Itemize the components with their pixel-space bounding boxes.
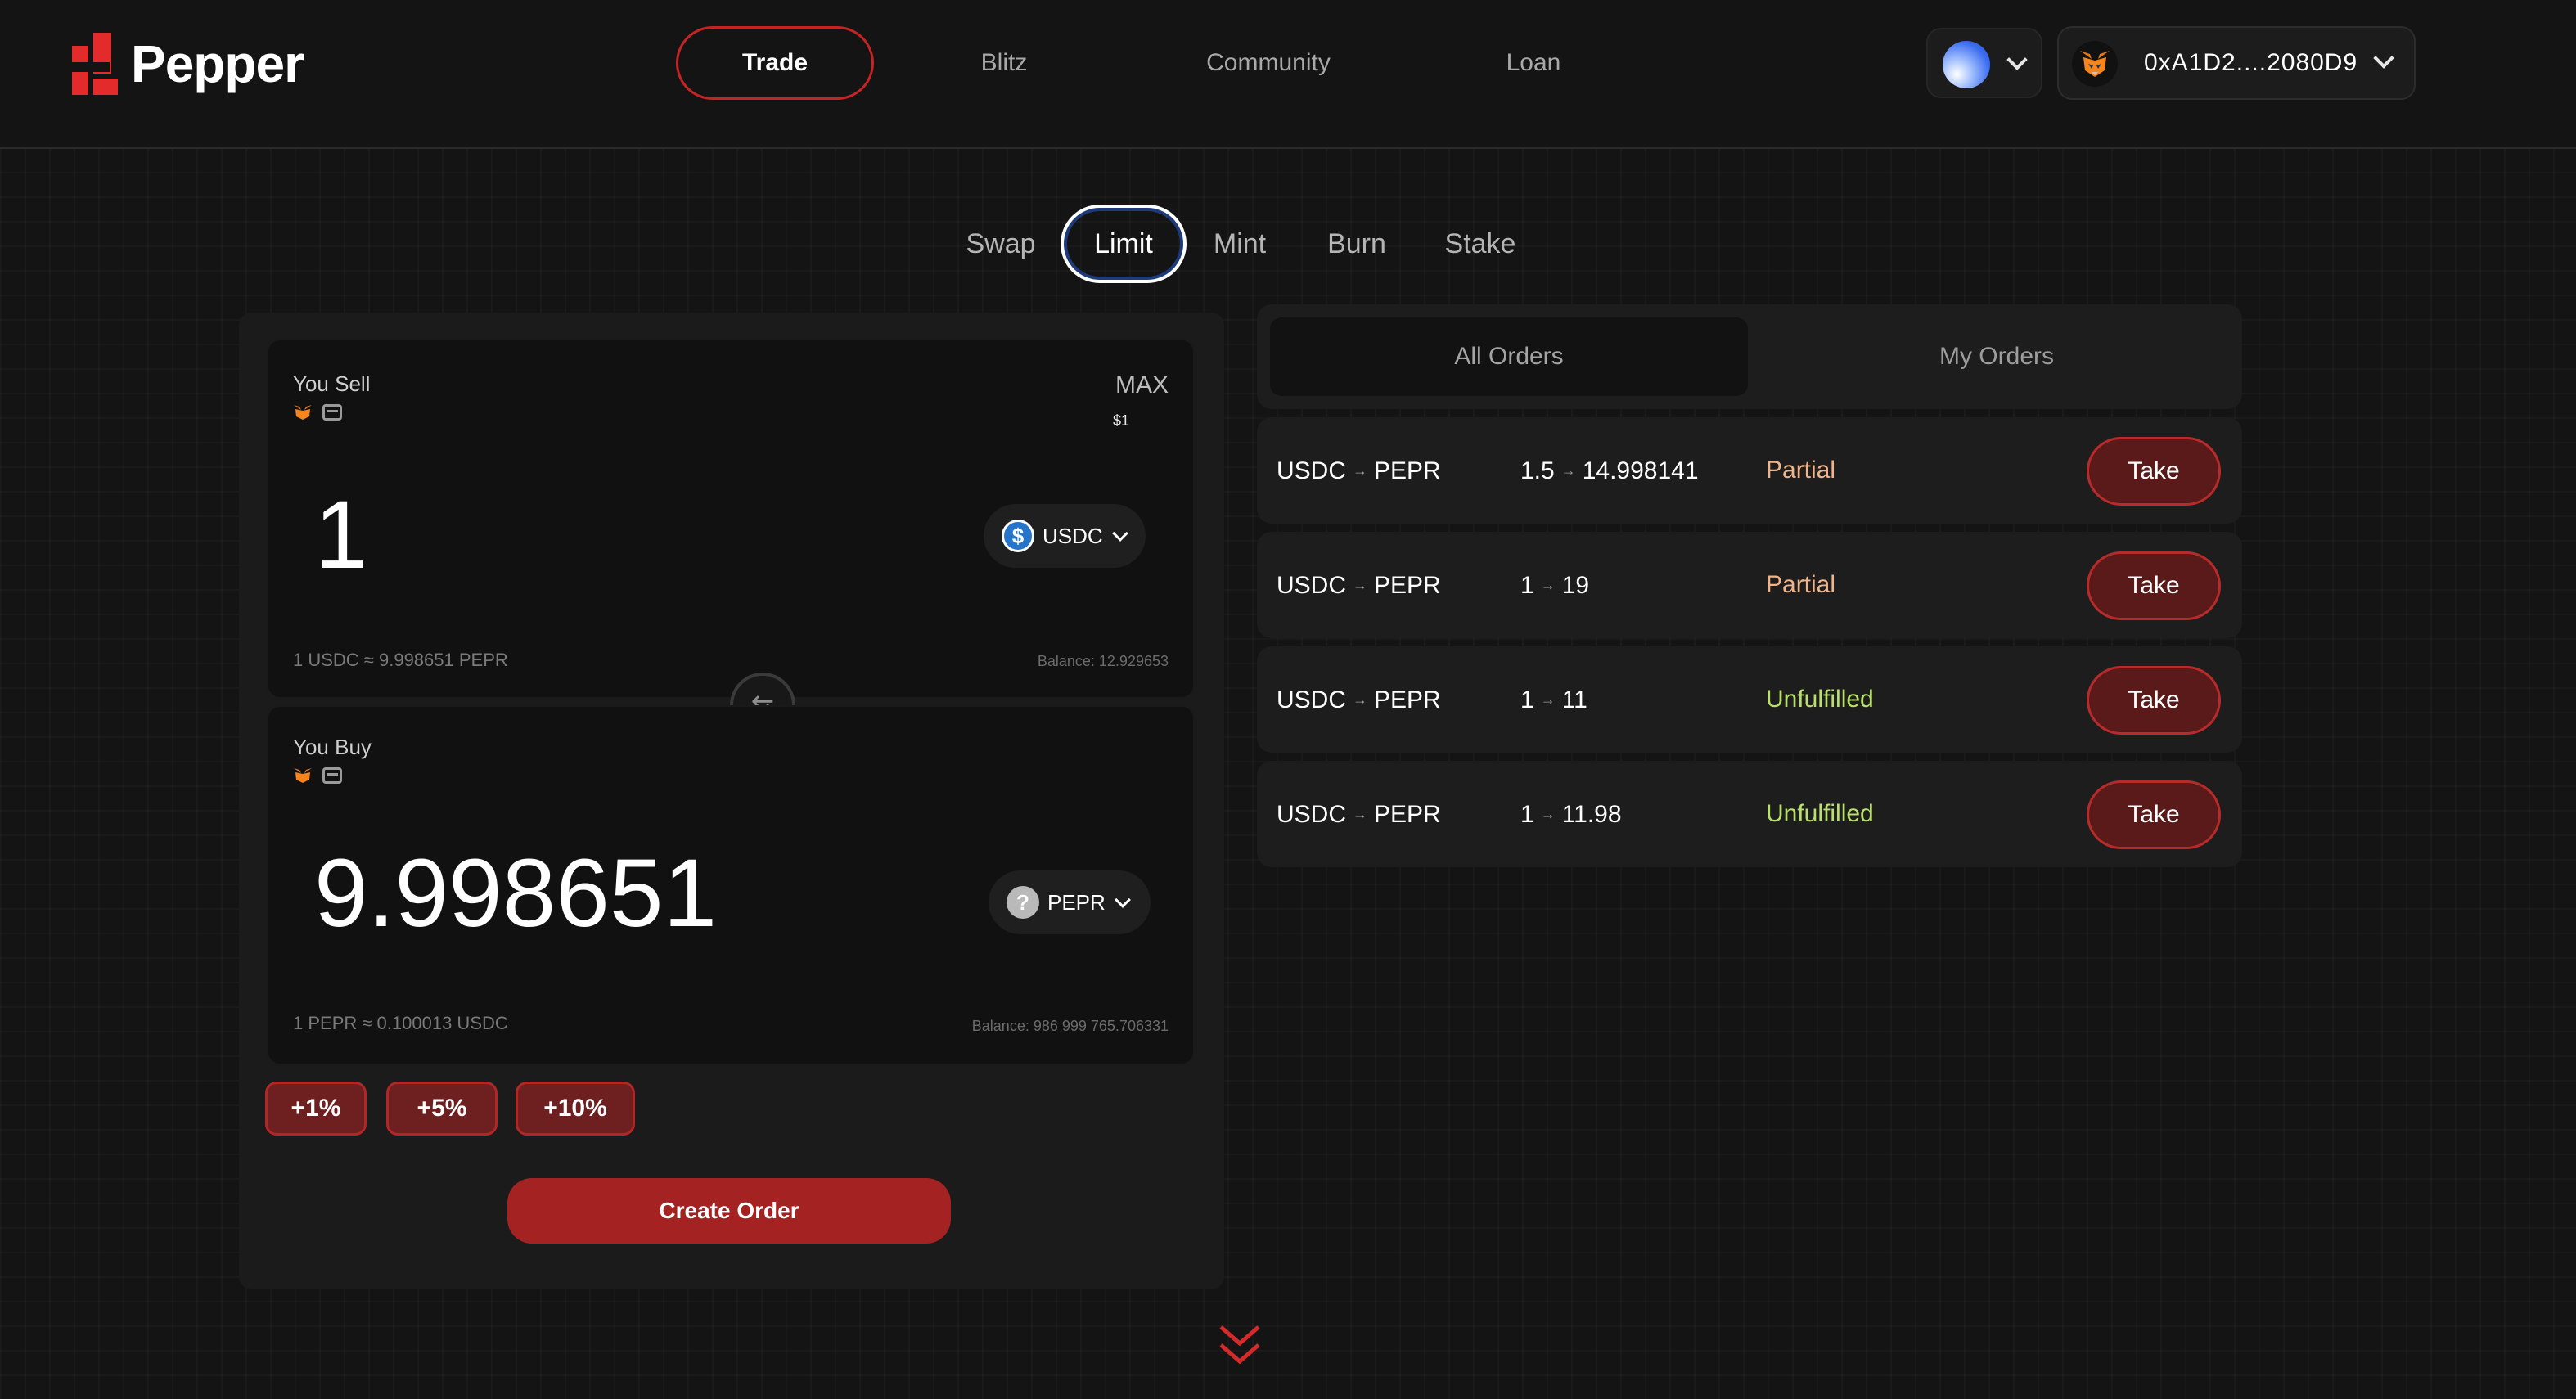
- order-rate: 1 → 19: [1520, 572, 1590, 599]
- chevron-down-icon: [1114, 892, 1131, 908]
- order-row: USDC → PEPR 1.5 → 14.998141 Partial Take: [1257, 417, 2242, 524]
- sell-box: You Sell MAX $1 1 $ USDC 1 USDC ≈ 9.9986…: [267, 339, 1195, 699]
- take-order-button[interactable]: Take: [2087, 780, 2221, 849]
- arrow-right-icon: →: [1540, 806, 1556, 822]
- price-plus-10-percent-button[interactable]: +10%: [516, 1082, 635, 1136]
- order-pair: USDC → PEPR: [1277, 686, 1441, 713]
- order-status: Partial: [1766, 571, 1836, 598]
- arrow-right-icon: →: [1353, 577, 1368, 593]
- top-navigation-bar: Pepper Trade Blitz Community Loan 0xA1D2…: [0, 0, 2576, 149]
- usdc-token-icon: $: [1002, 520, 1034, 552]
- order-pair: USDC → PEPR: [1277, 801, 1441, 828]
- buy-amount-input[interactable]: 9.998651: [314, 838, 717, 949]
- order-status: Unfulfilled: [1766, 686, 1874, 713]
- arrow-right-icon: →: [1353, 462, 1368, 479]
- arrow-right-icon: →: [1353, 806, 1368, 822]
- price-plus-5-percent-button[interactable]: +5%: [386, 1082, 498, 1136]
- sell-token-selector[interactable]: $ USDC: [984, 504, 1146, 568]
- order-rate: 1 → 11.98: [1520, 801, 1622, 828]
- sell-rate: 1 USDC ≈ 9.998651 PEPR: [293, 650, 508, 670]
- brand-name: Pepper: [131, 34, 304, 93]
- limit-order-panel: You Sell MAX $1 1 $ USDC 1 USDC ≈ 9.9986…: [239, 313, 1224, 1289]
- order-row: USDC → PEPR 1 → 11 Unfulfilled Take: [1257, 646, 2242, 753]
- tab-my-orders[interactable]: My Orders: [1764, 317, 2229, 396]
- orders-tabs: All Orders My Orders: [1257, 304, 2242, 409]
- arrow-right-icon: →: [1560, 462, 1576, 479]
- nav-tab-community[interactable]: Community: [1170, 26, 1367, 100]
- wallet-account-button[interactable]: 0xA1D2....2080D9: [2057, 26, 2416, 100]
- sell-label: You Sell: [293, 371, 371, 396]
- buy-box: You Buy 9.998651 ? PEPR 1 PEPR ≈ 0.10001…: [267, 705, 1195, 1065]
- nav-tab-trade[interactable]: Trade: [676, 26, 874, 100]
- pepper-logo-icon: [72, 33, 118, 95]
- tab-mint[interactable]: Mint: [1195, 205, 1285, 283]
- buy-balance: Balance: 986 999 765.706331: [971, 1018, 1169, 1034]
- metamask-fox-icon: [294, 768, 312, 783]
- order-row: USDC → PEPR 1 → 11.98 Unfulfilled Take: [1257, 761, 2242, 867]
- chevron-down-icon: [1111, 525, 1128, 542]
- arrow-right-icon: →: [1353, 691, 1368, 708]
- create-order-button[interactable]: Create Order: [507, 1178, 951, 1244]
- chevron-down-icon: [2373, 47, 2394, 69]
- nav-tab-loan[interactable]: Loan: [1473, 26, 1594, 100]
- sell-balance: Balance: 12.929653: [1037, 653, 1169, 669]
- metamask-fox-icon: [2072, 41, 2118, 87]
- buy-label: You Buy: [293, 735, 372, 759]
- metamask-fox-icon: [294, 405, 312, 420]
- take-order-button[interactable]: Take: [2087, 551, 2221, 620]
- price-plus-1-percent-button[interactable]: +1%: [265, 1082, 367, 1136]
- take-order-button[interactable]: Take: [2087, 666, 2221, 735]
- globe-network-icon: [1943, 41, 1990, 88]
- chevron-down-icon: [2006, 49, 2028, 70]
- buy-token-symbol: PEPR: [1047, 889, 1106, 915]
- max-button[interactable]: MAX: [1115, 371, 1169, 399]
- brand-logo[interactable]: Pepper: [72, 33, 304, 95]
- arrow-right-icon: →: [1540, 691, 1556, 708]
- order-status: Unfulfilled: [1766, 800, 1874, 827]
- take-order-button[interactable]: Take: [2087, 437, 2221, 506]
- nav-tab-blitz[interactable]: Blitz: [941, 26, 1067, 100]
- buy-token-selector[interactable]: ? PEPR: [989, 870, 1151, 934]
- wallet-icon: [322, 404, 342, 421]
- tab-stake[interactable]: Stake: [1429, 205, 1532, 283]
- sell-token-symbol: USDC: [1043, 523, 1103, 548]
- order-pair: USDC → PEPR: [1277, 572, 1441, 599]
- double-chevron-down-icon[interactable]: [1216, 1322, 1263, 1368]
- tab-all-orders[interactable]: All Orders: [1270, 317, 1748, 396]
- wallet-icon: [322, 767, 342, 784]
- sell-amount-input[interactable]: 1: [314, 479, 368, 591]
- tab-burn[interactable]: Burn: [1309, 205, 1404, 283]
- order-rate: 1.5 → 14.998141: [1520, 457, 1699, 484]
- tab-swap[interactable]: Swap: [949, 205, 1052, 283]
- wallet-address: 0xA1D2....2080D9: [2144, 49, 2358, 76]
- order-status: Partial: [1766, 457, 1836, 484]
- arrow-right-icon: →: [1540, 577, 1556, 593]
- order-rate: 1 → 11: [1520, 686, 1587, 713]
- order-pair: USDC → PEPR: [1277, 457, 1441, 484]
- buy-rate: 1 PEPR ≈ 0.100013 USDC: [293, 1013, 508, 1033]
- network-selector-button[interactable]: [1926, 28, 2042, 98]
- max-usd-value: $1: [1112, 412, 1129, 429]
- tab-limit[interactable]: Limit: [1061, 205, 1187, 283]
- order-row: USDC → PEPR 1 → 19 Partial Take: [1257, 532, 2242, 638]
- unknown-token-icon: ?: [1007, 886, 1039, 919]
